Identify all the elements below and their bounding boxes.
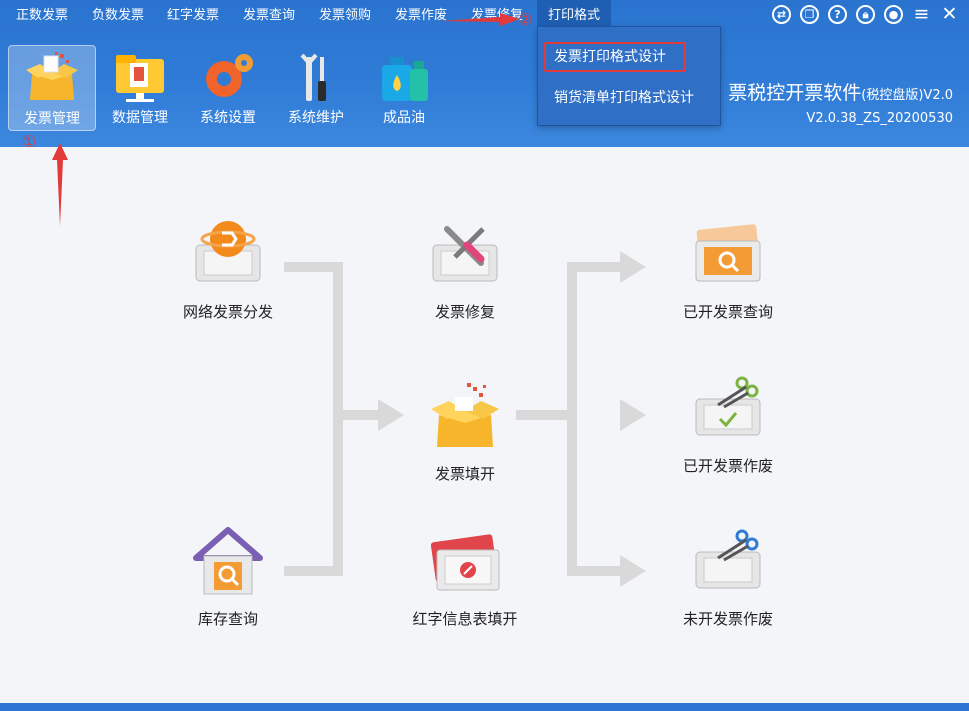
feature-label: 未开发票作废 — [682, 610, 773, 628]
arrow-annotation-2 — [440, 13, 520, 26]
feature-label: 已开发票作废 — [682, 457, 773, 475]
scissors-ticket-icon — [695, 529, 761, 589]
feature-unissued-void[interactable]: 未开发票作废 — [658, 522, 798, 630]
feature-issued-void[interactable]: 已开发票作废 — [658, 369, 798, 477]
scissors-ticket-icon — [695, 376, 761, 436]
feature-network-dispatch[interactable]: 网络发票分发 — [158, 215, 298, 323]
feature-label: 网络发票分发 — [182, 303, 273, 321]
open-box-icon — [431, 383, 499, 447]
feature-inventory-query[interactable]: 库存查询 — [158, 522, 298, 630]
wrench-ticket-icon — [432, 226, 498, 282]
ticket-search-icon — [695, 224, 761, 282]
bottom-bar — [0, 703, 969, 711]
network-ticket-icon — [195, 221, 261, 282]
feature-label: 库存查询 — [197, 610, 258, 628]
feature-invoice-fill[interactable]: 发票填开 — [395, 377, 535, 485]
main-content: 网络发票分发 库存查询 发票修复 发票填开 红字信息表填开 已开发票查询 已开发… — [0, 147, 969, 703]
feature-red-info-fill[interactable]: 红字信息表填开 — [395, 522, 535, 630]
step-2-label: ② — [518, 10, 533, 29]
house-search-icon — [193, 527, 263, 595]
red-ticket-pen-icon — [430, 534, 500, 591]
feature-label: 红字信息表填开 — [412, 610, 518, 628]
feature-label: 发票修复 — [434, 303, 495, 321]
feature-label: 发票填开 — [434, 465, 495, 483]
feature-invoice-repair[interactable]: 发票修复 — [395, 215, 535, 323]
feature-issued-query[interactable]: 已开发票查询 — [658, 215, 798, 323]
feature-label: 已开发票查询 — [682, 303, 773, 321]
